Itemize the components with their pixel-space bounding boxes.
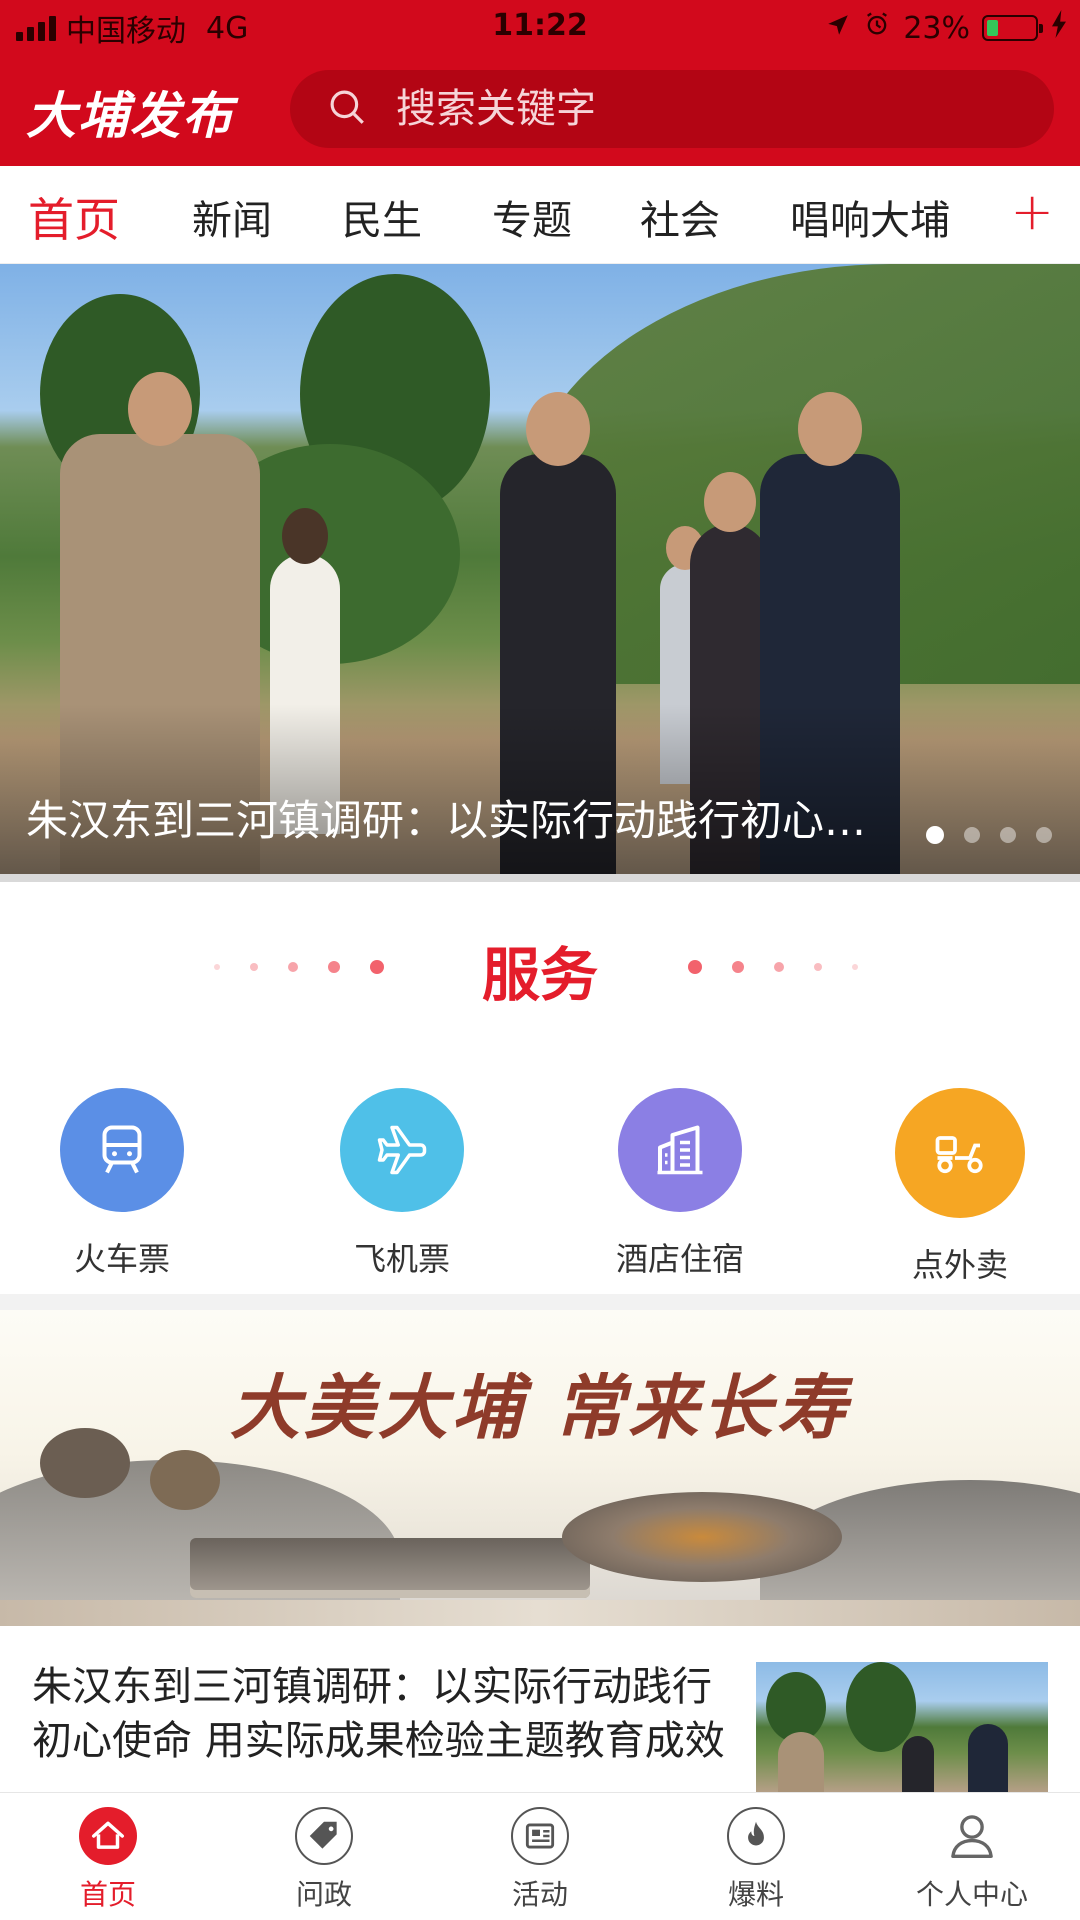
hotel-icon[interactable] — [618, 1088, 742, 1212]
news-thumbnail[interactable] — [756, 1662, 1048, 1792]
nav-label: 个人中心 — [915, 1878, 1028, 1911]
thumb-photo-person — [778, 1732, 824, 1792]
tab-topics[interactable]: 专题 — [492, 188, 572, 246]
promo-round-earth-building — [562, 1492, 842, 1582]
app-logo[interactable]: 大埔发布 — [26, 76, 234, 148]
promo-ground — [0, 1600, 1080, 1626]
status-bar: 中国移动 4G 11:22 23% — [0, 0, 1080, 54]
service-label: 火车票 — [73, 1240, 170, 1278]
hero-divider — [0, 874, 1080, 882]
charging-icon — [1050, 10, 1068, 46]
news-list-item[interactable]: 朱汉东到三河镇调研：以实际行动践行初心使命 用实际成果检验主题教育成效 — [0, 1626, 1080, 1806]
carousel-dot[interactable] — [1000, 827, 1016, 843]
service-train-tickets[interactable]: 火车票 — [22, 1088, 222, 1280]
hero-caption[interactable]: 朱汉东到三河镇调研：以实际行动践行初心使命 — [26, 787, 906, 848]
news-title[interactable]: 朱汉东到三河镇调研：以实际行动践行初心使命 用实际成果检验主题教育成效 — [32, 1660, 732, 1768]
flame-icon[interactable] — [727, 1807, 785, 1865]
thumb-photo-person — [902, 1736, 934, 1792]
title-decoration-right — [688, 960, 858, 974]
carousel-dot[interactable] — [1036, 827, 1052, 843]
bottom-navigation: 首页 问政 活动 爆料 个人中心 — [0, 1792, 1080, 1920]
service-label: 酒店住宿 — [615, 1240, 744, 1278]
promo-banner[interactable]: 大美大埔 常来长寿 — [0, 1310, 1080, 1626]
nav-label: 问政 — [295, 1878, 352, 1911]
thumb-photo-person — [968, 1724, 1008, 1792]
battery-level — [987, 20, 998, 36]
tab-livelihood[interactable]: 民生 — [342, 188, 422, 246]
status-right: 23% — [825, 8, 1068, 48]
promo-earth-building — [190, 1538, 590, 1598]
tag-icon[interactable] — [295, 1807, 353, 1865]
thumb-photo-tree — [846, 1662, 916, 1752]
promo-tree — [150, 1450, 220, 1510]
carousel-dot[interactable] — [964, 827, 980, 843]
tab-news[interactable]: 新闻 — [192, 188, 272, 246]
search-bar[interactable] — [290, 70, 1054, 148]
services-title: 服务 — [481, 941, 598, 1009]
tab-changxiang-dabu[interactable]: 唱响大埔 — [790, 188, 950, 246]
promo-tree — [40, 1428, 130, 1498]
carousel-indicator — [926, 826, 1052, 844]
carousel-dot[interactable] — [926, 826, 944, 844]
tab-society[interactable]: 社会 — [640, 188, 720, 246]
nav-tipoff[interactable]: 爆料 — [676, 1807, 836, 1913]
home-icon[interactable] — [79, 1807, 137, 1865]
promo-slogan: 大美大埔 常来长寿 — [229, 1366, 851, 1449]
alarm-icon — [863, 10, 891, 46]
hero-carousel[interactable]: 朱汉东到三河镇调研：以实际行动践行初心使命 — [0, 264, 1080, 874]
nav-label: 首页 — [79, 1878, 136, 1911]
channel-tabs: 首页 新闻 民生 专题 社会 唱响大埔 + — [0, 166, 1080, 264]
app-bar: 大埔发布 — [0, 54, 1080, 166]
service-label: 点外卖 — [911, 1246, 1008, 1284]
user-icon[interactable] — [943, 1807, 1001, 1865]
nav-inquiry[interactable]: 问政 — [244, 1807, 404, 1913]
nav-home[interactable]: 首页 — [28, 1807, 188, 1913]
scooter-icon[interactable] — [895, 1088, 1025, 1218]
services-section: 服务 火车票 飞机票 酒店住宿 点外卖 — [0, 882, 1080, 1294]
nav-label: 爆料 — [727, 1878, 784, 1911]
battery-percent: 23% — [903, 10, 970, 46]
search-input[interactable] — [396, 86, 1016, 132]
train-icon[interactable] — [60, 1088, 184, 1212]
location-icon — [825, 11, 851, 46]
nav-label: 活动 — [511, 1878, 568, 1911]
battery-icon — [982, 15, 1043, 41]
airplane-icon[interactable] — [340, 1088, 464, 1212]
service-label: 飞机票 — [353, 1240, 450, 1278]
tab-home[interactable]: 首页 — [28, 184, 120, 250]
nav-profile[interactable]: 个人中心 — [892, 1807, 1052, 1913]
app-header: 中国移动 4G 11:22 23% 大埔发布 — [0, 0, 1080, 166]
section-divider — [0, 1294, 1080, 1310]
service-food-delivery[interactable]: 点外卖 — [860, 1088, 1060, 1286]
service-flight-tickets[interactable]: 飞机票 — [302, 1088, 502, 1280]
add-channel-button[interactable]: + — [1010, 182, 1054, 242]
service-hotel[interactable]: 酒店住宿 — [580, 1088, 780, 1280]
nav-events[interactable]: 活动 — [460, 1807, 620, 1913]
newspaper-icon[interactable] — [511, 1807, 569, 1865]
search-icon[interactable] — [326, 86, 368, 132]
